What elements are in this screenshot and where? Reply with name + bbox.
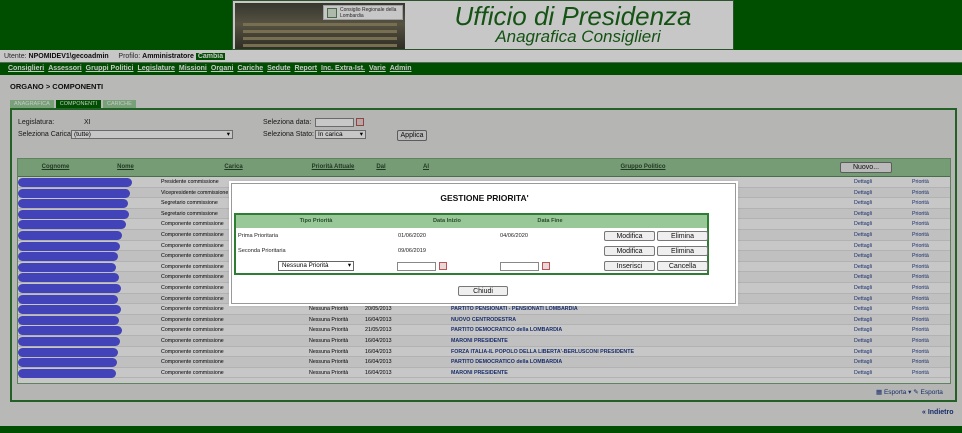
priority-dialog: GESTIONE PRIORITA' Tipo Priorità Data In… (231, 183, 736, 304)
priority-type-select[interactable]: Nessuna Priorità ▾ (278, 261, 354, 271)
data-fine-input[interactable] (500, 262, 539, 271)
priority-table-header: Tipo Priorità Data Inizio Data Fine (236, 215, 707, 228)
calendar-icon[interactable] (542, 262, 550, 270)
col-data-fine: Data Fine (537, 218, 563, 224)
elimina-button[interactable]: Elimina (657, 231, 708, 241)
calendar-icon[interactable] (439, 262, 447, 270)
col-tipo-priorita: Tipo Priorità (299, 218, 333, 224)
inserisci-button[interactable]: Inserisci (604, 261, 655, 271)
modifica-button[interactable]: Modifica (604, 246, 655, 256)
chiudi-button[interactable]: Chiudi (458, 286, 508, 296)
dialog-title: GESTIONE PRIORITA' (440, 193, 529, 203)
elimina-button[interactable]: Elimina (657, 246, 708, 256)
data-inizio-input[interactable] (397, 262, 436, 271)
modifica-button[interactable]: Modifica (604, 231, 655, 241)
cancella-button[interactable]: Cancella (657, 261, 708, 271)
chevron-down-icon: ▾ (347, 262, 351, 269)
priority-table: Tipo Priorità Data Inizio Data Fine Prim… (234, 213, 709, 275)
col-data-inizio: Data Inizio (433, 218, 461, 224)
